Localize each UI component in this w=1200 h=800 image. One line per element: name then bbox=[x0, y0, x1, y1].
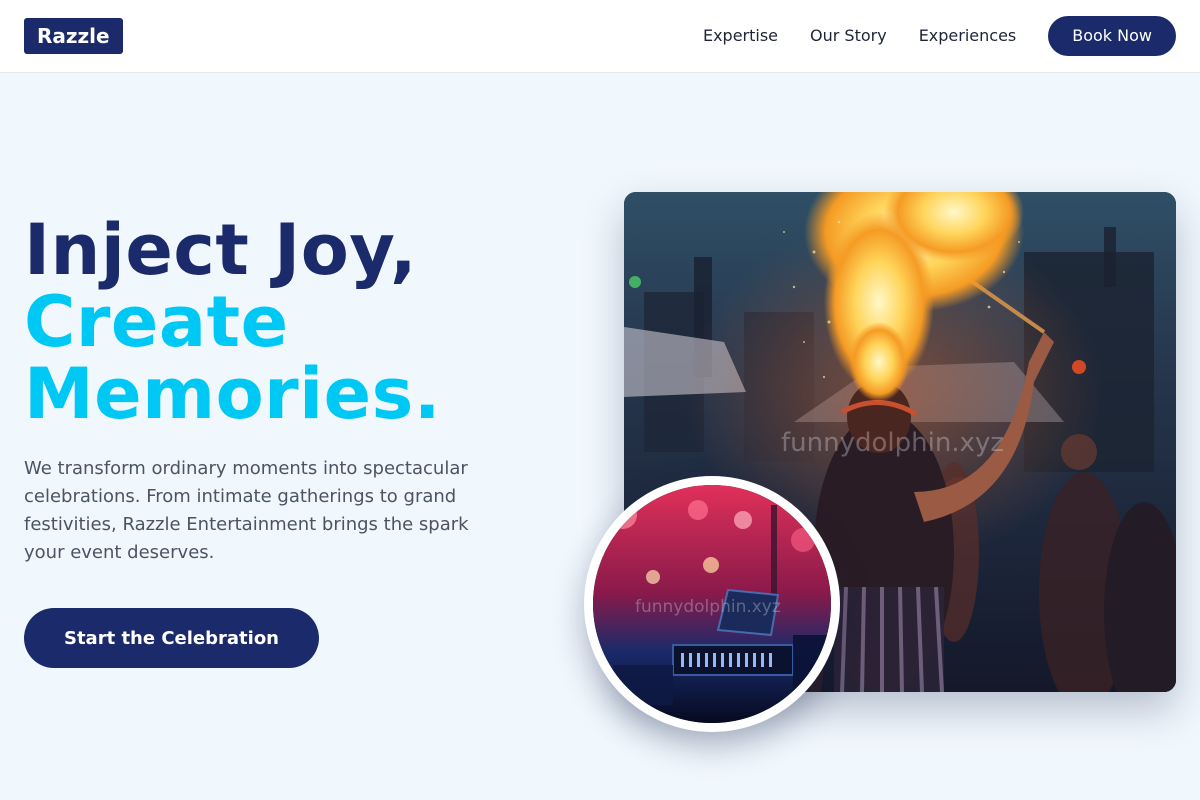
logo[interactable]: Razzle bbox=[24, 18, 123, 54]
nav-link-our-story[interactable]: Our Story bbox=[810, 16, 887, 56]
hero-headline: Inject Joy, Create Memories. bbox=[24, 214, 584, 430]
nav-link-expertise[interactable]: Expertise bbox=[703, 16, 778, 56]
headline-line-2: Create bbox=[24, 281, 289, 363]
dj-mixer-photo: funnydolphin.xyz bbox=[584, 476, 840, 732]
main-nav: Expertise Our Story Experiences Book Now bbox=[703, 16, 1176, 56]
headline-line-3: Memories. bbox=[24, 353, 441, 435]
nav-link-experiences[interactable]: Experiences bbox=[919, 16, 1017, 56]
circle-photo-watermark: funnydolphin.xyz bbox=[635, 597, 781, 617]
site-header: Razzle Expertise Our Story Experiences B… bbox=[0, 0, 1200, 73]
hero-description: We transform ordinary moments into spect… bbox=[24, 458, 469, 563]
start-celebration-button[interactable]: Start the Celebration bbox=[24, 608, 319, 668]
main-photo-watermark: funnydolphin.xyz bbox=[781, 428, 1004, 458]
book-now-button[interactable]: Book Now bbox=[1048, 16, 1176, 56]
dj-mixer-photo-inner: funnydolphin.xyz bbox=[593, 485, 831, 723]
headline-line-1: Inject Joy, bbox=[24, 209, 418, 291]
